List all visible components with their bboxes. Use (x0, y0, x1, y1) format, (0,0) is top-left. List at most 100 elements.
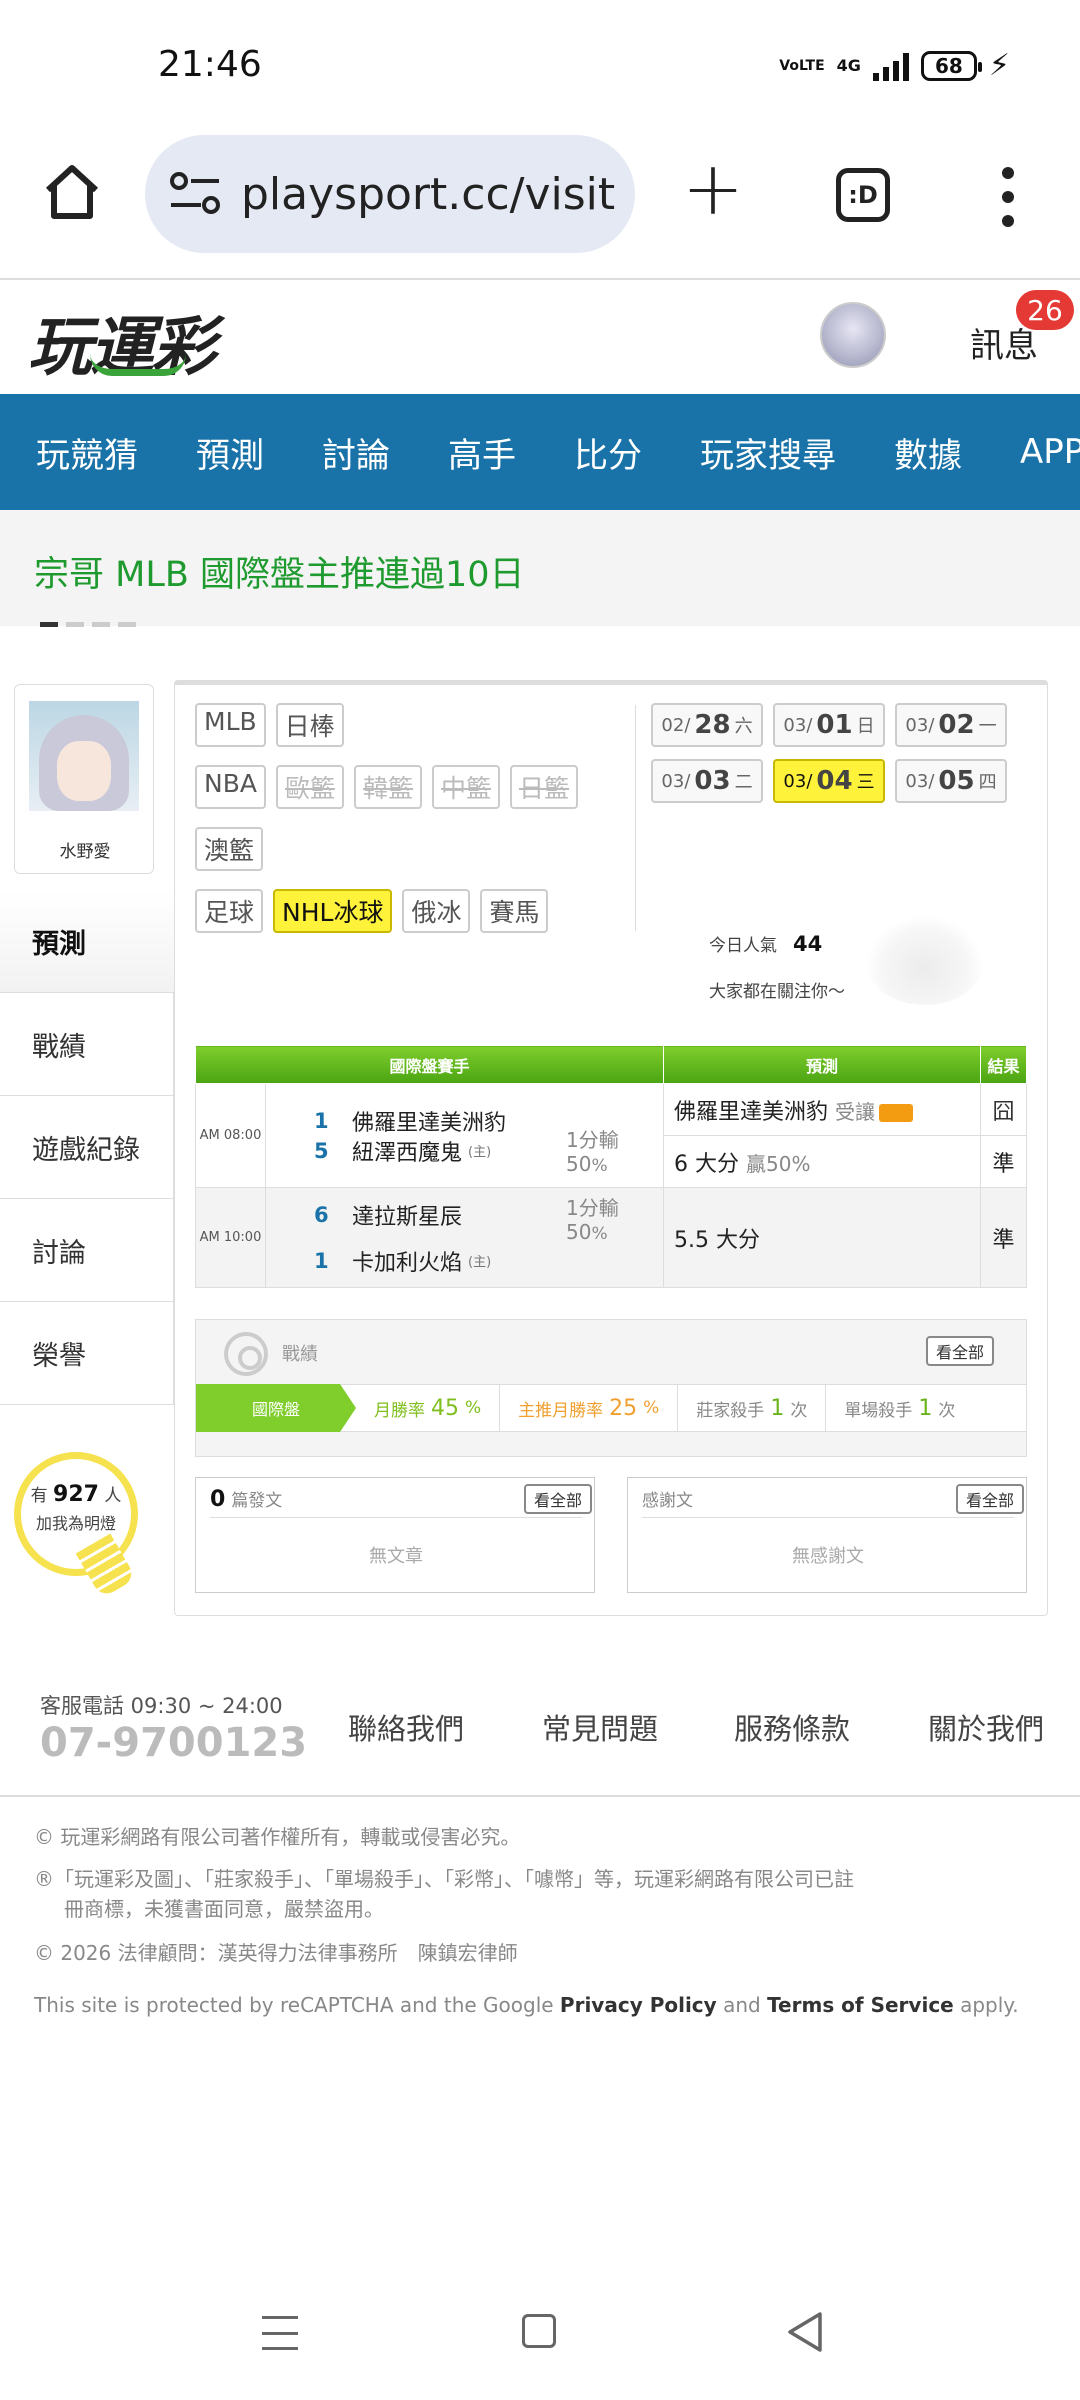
single-killer: 單場殺手 1 次 (844, 1395, 956, 1421)
nav-item-app[interactable]: APP (1020, 432, 1080, 472)
home-icon[interactable] (40, 160, 104, 224)
posts-box: 0 篇發文 看全部 無文章 (195, 1477, 595, 1593)
side-tab-predict[interactable]: 預測 (0, 890, 174, 993)
home-team: 1 卡加利火焰 (主) (314, 1248, 492, 1276)
address-bar[interactable]: playsport.cc/visit (145, 135, 635, 253)
more-menu-icon[interactable] (996, 167, 1020, 227)
footer-link-faq[interactable]: 常見問題 (542, 1706, 658, 1748)
side-menu: 預測 戰績 遊戲紀錄 討論 榮譽 (0, 890, 174, 1405)
date-0305[interactable]: 03/05 四 (895, 759, 1007, 803)
popularity-sub: 大家都在關注你～ (709, 982, 845, 1002)
terms-link[interactable]: Terms of Service (767, 1993, 954, 2017)
game-time: AM 08:00 (195, 1083, 266, 1188)
col-header-prediction: 預測 (663, 1045, 981, 1084)
nav-item-guess[interactable]: 玩競猜 (36, 428, 138, 477)
date-selector: 02/28 六 03/01 日 03/02 一 03/03 二 03/04 三 03/05… (651, 703, 1041, 815)
main-nav: 玩競猜 預測 討論 高手 比分 玩家搜尋 數據 APP (0, 394, 1080, 510)
message-count-badge: 26 (1016, 290, 1074, 330)
prediction-pick: 6 大分 贏50% (663, 1135, 981, 1188)
table-row: AM 10:00 6 達拉斯星辰 1 卡加利火焰 (主) 1分輸 50% 5.5 大分 … (195, 1187, 1027, 1288)
prediction-pick: 5.5 大分 (663, 1187, 981, 1288)
nav-item-scores[interactable]: 比分 (574, 428, 642, 477)
charging-icon: ⚡ (988, 48, 1010, 83)
side-tab-record[interactable]: 戰績 (0, 993, 174, 1096)
nav-item-data[interactable]: 數據 (894, 428, 962, 477)
signal-icon (872, 51, 909, 81)
record-view-all-button[interactable]: 看全部 (926, 1336, 995, 1366)
league-kbl: 韓籃 (353, 765, 422, 809)
nav-item-predict[interactable]: 預測 (196, 428, 264, 477)
side-tab-forum[interactable]: 討論 (0, 1199, 174, 1302)
thanks-empty: 無感謝文 (792, 1546, 864, 1567)
trademark: ®「玩運彩及圖」、「莊家殺手」、「單場殺手」、「彩幣」、「噱幣」等，玩運彩網路有… (34, 1867, 854, 1921)
date-0228[interactable]: 02/28 六 (651, 703, 763, 747)
nav-item-forum[interactable]: 討論 (322, 428, 390, 477)
browser-toolbar: playsport.cc/visit + :D (0, 135, 1080, 280)
league-khl[interactable]: 俄冰 (402, 889, 471, 933)
promo-banner[interactable]: 宗哥 MLB 國際盤主推連過10日 (0, 510, 1080, 627)
banner-text: 宗哥 MLB 國際盤主推連過10日 (34, 555, 525, 595)
battery-level: 68 (935, 53, 963, 78)
date-0304[interactable]: 03/04 三 (773, 759, 885, 803)
league-cba: 中籃 (432, 765, 501, 809)
spread: 1分輸 50% (566, 1128, 619, 1176)
league-jp-bb: 日籃 (510, 765, 579, 809)
side-tab-honor[interactable]: 榮譽 (0, 1302, 174, 1405)
league-horse[interactable]: 賽馬 (480, 889, 549, 933)
privacy-link[interactable]: Privacy Policy (560, 1993, 717, 2017)
volte-icon: VoLTE (779, 57, 825, 74)
date-0302[interactable]: 03/02 一 (895, 703, 1007, 747)
record-tab-intl[interactable]: 國際盤 (196, 1384, 356, 1432)
result: 準 (980, 1187, 1027, 1288)
posts-view-all-button[interactable]: 看全部 (524, 1484, 593, 1514)
footer-link-about[interactable]: 關於我們 (928, 1706, 1044, 1748)
popularity-count: 44 (793, 932, 823, 956)
footer-link-contact[interactable]: 聯絡我們 (348, 1706, 464, 1748)
tab-switcher-button[interactable]: :D (836, 168, 890, 222)
user-avatar[interactable] (820, 302, 886, 368)
thanks-view-all-button[interactable]: 看全部 (956, 1484, 1025, 1514)
bookie-killer: 莊家殺手 1 次 (678, 1384, 827, 1432)
url-text: playsport.cc/visit (241, 169, 616, 220)
copyright: © 玩運彩網路有限公司著作權所有，轉載或侵害必究。 (34, 1825, 521, 1849)
league-npb[interactable]: 日棒 (275, 703, 344, 747)
record-stats: 國際盤 月勝率 45% 主推月勝率 25% 莊家殺手 1 次 單場殺手 1 次 (196, 1384, 1026, 1432)
nav-item-experts[interactable]: 高手 (448, 428, 516, 477)
league-euro-bb: 歐籃 (275, 765, 344, 809)
game-time: AM 10:00 (195, 1187, 266, 1288)
record-title: 戰績 (282, 1344, 318, 1365)
date-0303[interactable]: 03/03 二 (651, 759, 763, 803)
league-nbl[interactable]: 澳籃 (195, 827, 264, 871)
profile-name: 水野愛 (59, 842, 111, 862)
new-tab-icon[interactable]: + (682, 152, 744, 226)
home-nav-icon[interactable] (522, 2314, 556, 2348)
main-pick-win-rate: 主推月勝率 25% (500, 1384, 679, 1432)
post-count: 0 (210, 1487, 226, 1512)
league-nhl[interactable]: NHL冰球 (273, 889, 393, 933)
result: 準 (980, 1135, 1027, 1188)
league-nba[interactable]: NBA (195, 765, 266, 809)
site-logo[interactable]: 玩運彩 (28, 296, 216, 388)
nav-item-player-search[interactable]: 玩家搜尋 (700, 428, 836, 477)
network-type: 4G (836, 56, 861, 75)
recent-apps-icon[interactable] (262, 2316, 298, 2350)
status-icons: VoLTE 4G 68 ⚡ (779, 48, 1010, 83)
col-header-player: 國際盤賽手 (195, 1045, 664, 1084)
league-soccer[interactable]: 足球 (195, 889, 264, 933)
league-mlb[interactable]: MLB (195, 703, 266, 747)
status-bar: 21:46 VoLTE 4G 68 ⚡ (0, 0, 1080, 135)
col-header-result: 結果 (980, 1045, 1027, 1084)
site-header: 玩運彩 訊息 26 (0, 282, 1080, 394)
prediction-pick: 佛羅里達美洲豹 受讓 (663, 1083, 981, 1136)
profile-card[interactable]: 水野愛 (14, 684, 154, 874)
posts-empty: 無文章 (369, 1546, 423, 1567)
date-0301[interactable]: 03/01 日 (773, 703, 885, 747)
target-icon (224, 1332, 268, 1376)
site-settings-icon[interactable] (169, 171, 221, 217)
record-panel: 戰績 看全部 國際盤 月勝率 45% 主推月勝率 25% 莊家殺手 1 次 單場殺手 1 次 (195, 1319, 1027, 1457)
service-phone[interactable]: 07-9700123 (40, 1720, 307, 1766)
footer-link-terms[interactable]: 服務條款 (734, 1706, 850, 1748)
back-icon[interactable] (784, 2310, 824, 2354)
side-tab-game-log[interactable]: 遊戲紀錄 (0, 1096, 174, 1199)
recaptcha-notice: This site is protected by reCAPTCHA and … (34, 1993, 1019, 2017)
